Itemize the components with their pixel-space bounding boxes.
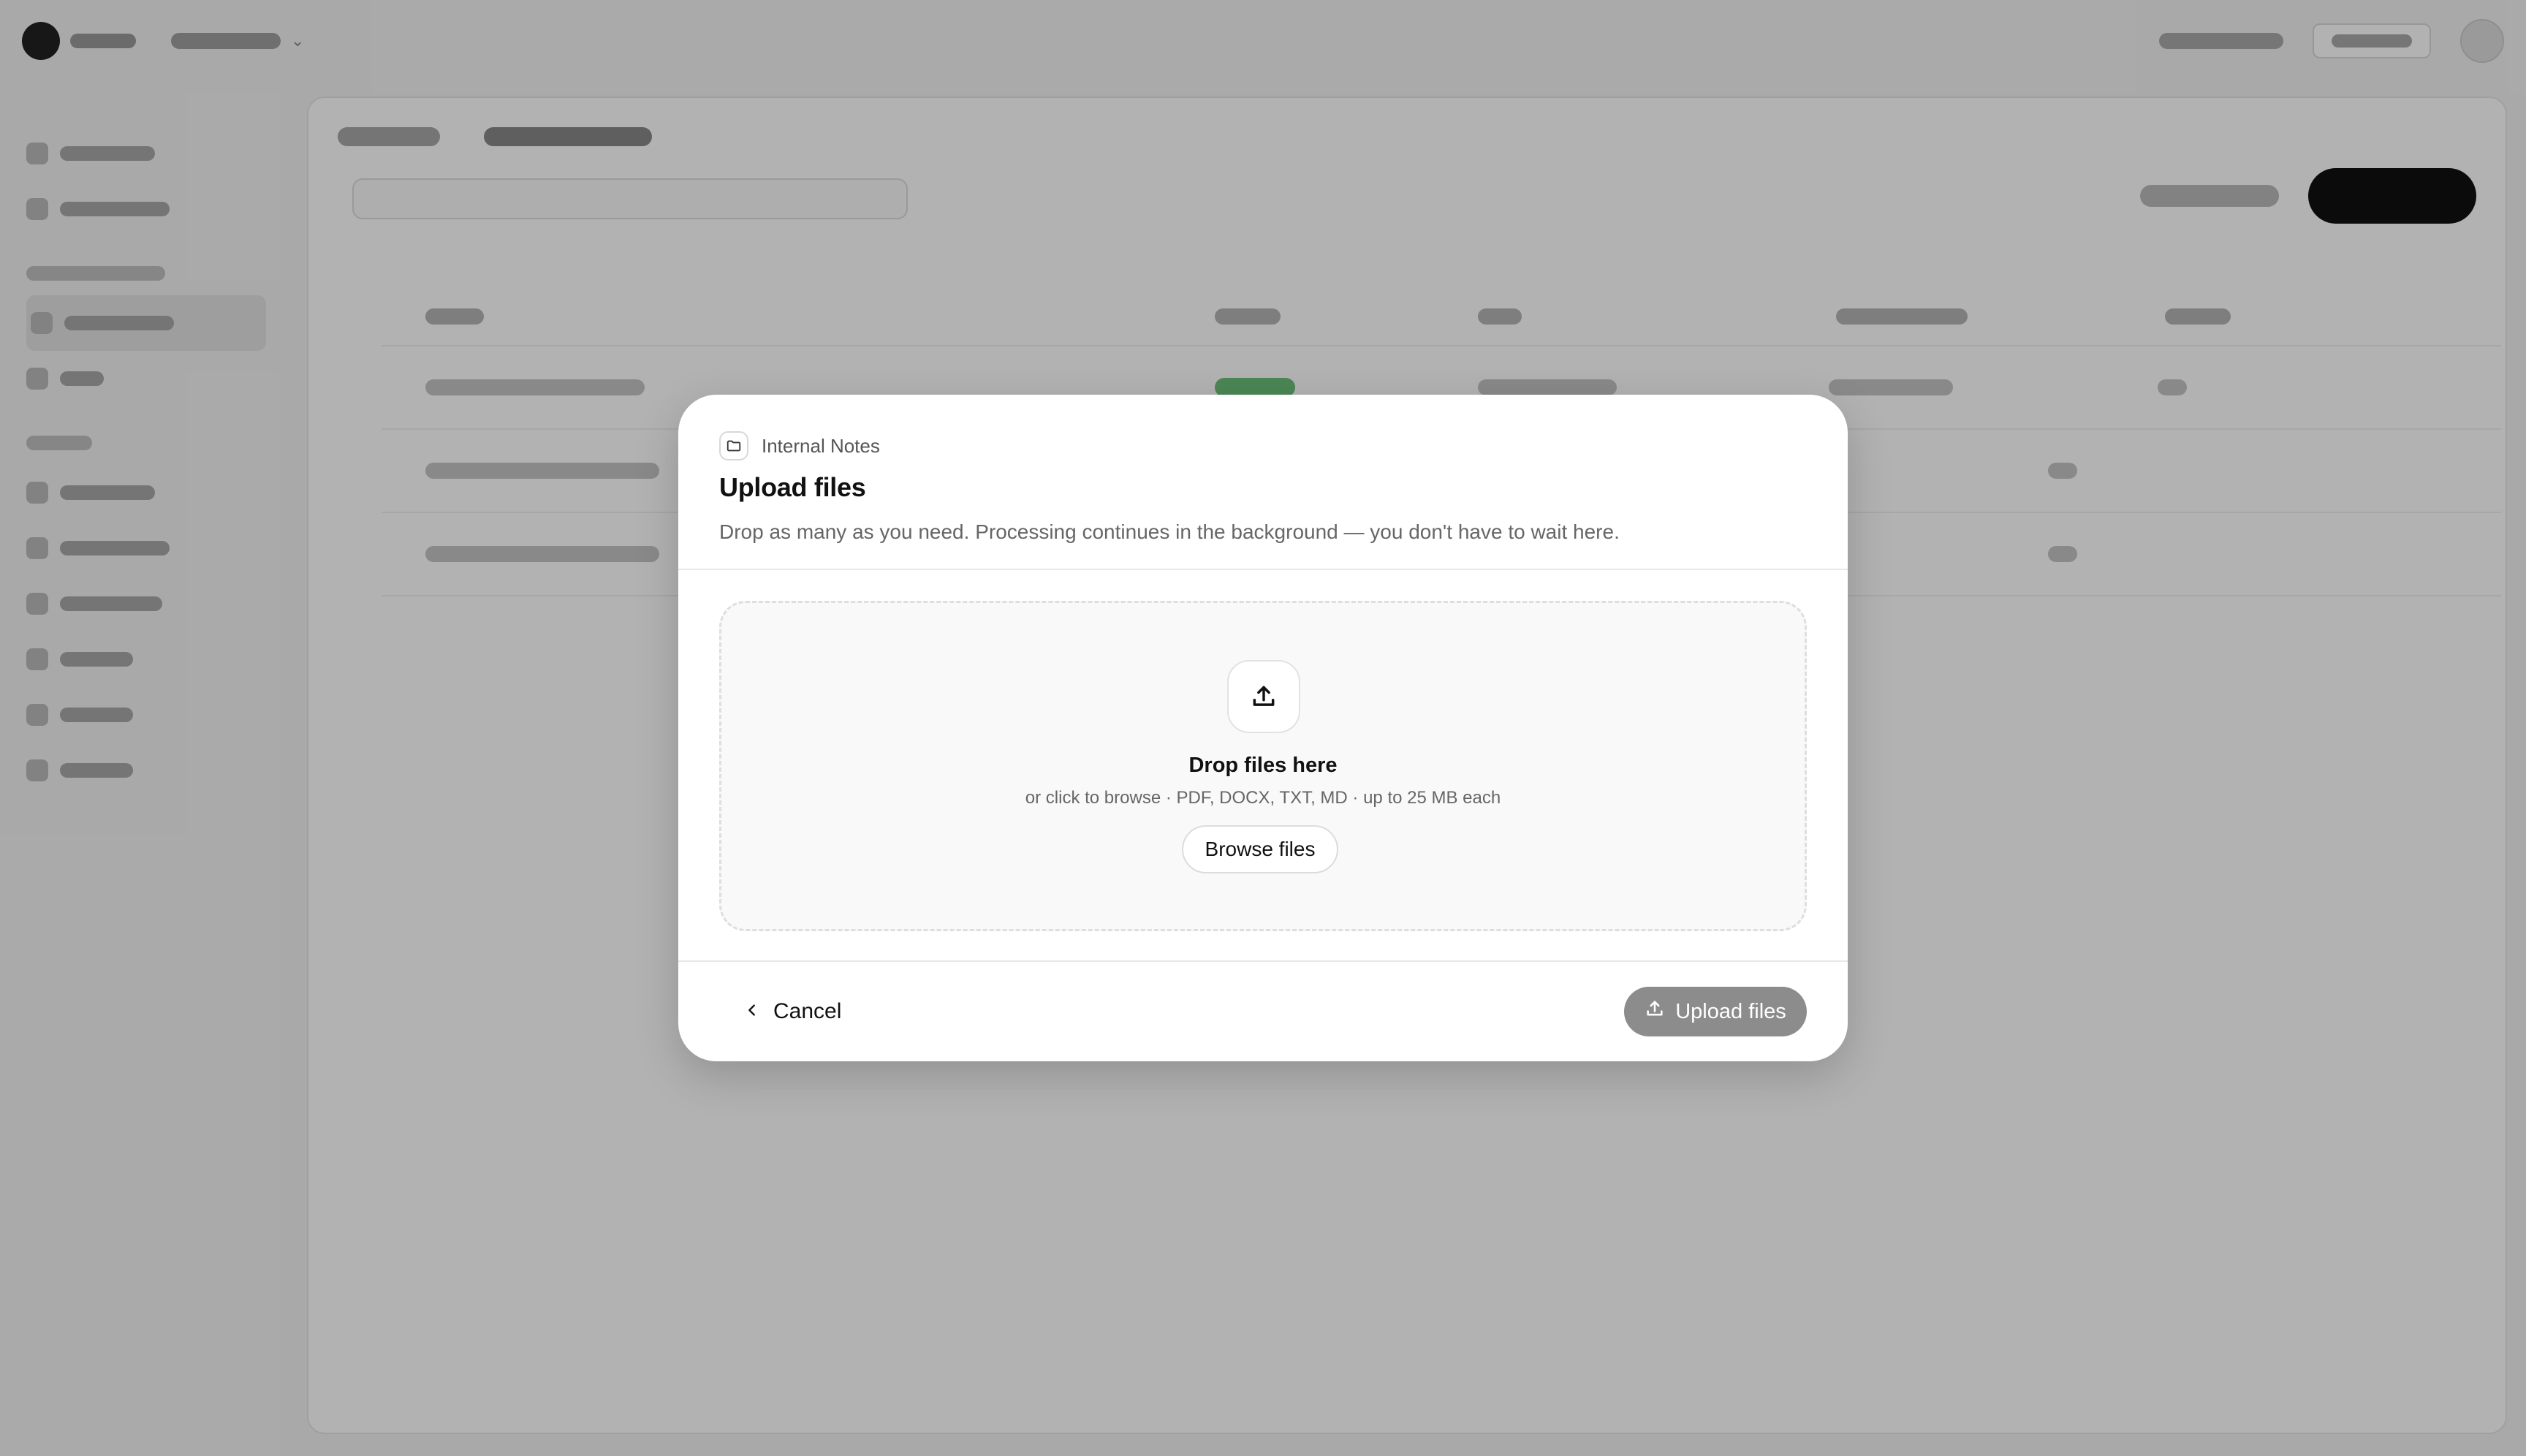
dropzone-title: Drop files here	[1188, 754, 1338, 777]
file-dropzone[interactable]: Drop files here or click to browse · PDF…	[719, 601, 1807, 931]
upload-files-dialog: Internal Notes Upload files Drop as many…	[678, 395, 1848, 1061]
upload-button-label: Upload files	[1675, 999, 1786, 1023]
dialog-description: Drop as many as you need. Processing con…	[719, 520, 1620, 543]
dialog-footer: Cancel Upload files	[678, 960, 1848, 1061]
cancel-label: Cancel	[773, 999, 842, 1023]
chevron-left-icon	[744, 999, 760, 1024]
upload-files-button[interactable]: Upload files	[1624, 987, 1807, 1036]
dialog-title: Upload files	[719, 472, 866, 502]
cancel-button[interactable]: Cancel	[732, 988, 853, 1035]
folder-icon	[719, 431, 748, 460]
dialog-breadcrumb: Internal Notes	[719, 431, 880, 460]
upload-icon	[1645, 998, 1665, 1025]
browse-files-button[interactable]: Browse files	[1182, 825, 1338, 873]
upload-icon	[1227, 660, 1300, 733]
dialog-header: Internal Notes Upload files Drop as many…	[678, 395, 1848, 570]
collection-name: Internal Notes	[762, 434, 880, 457]
dropzone-hint: or click to browse · PDF, DOCX, TXT, MD …	[1025, 788, 1501, 808]
